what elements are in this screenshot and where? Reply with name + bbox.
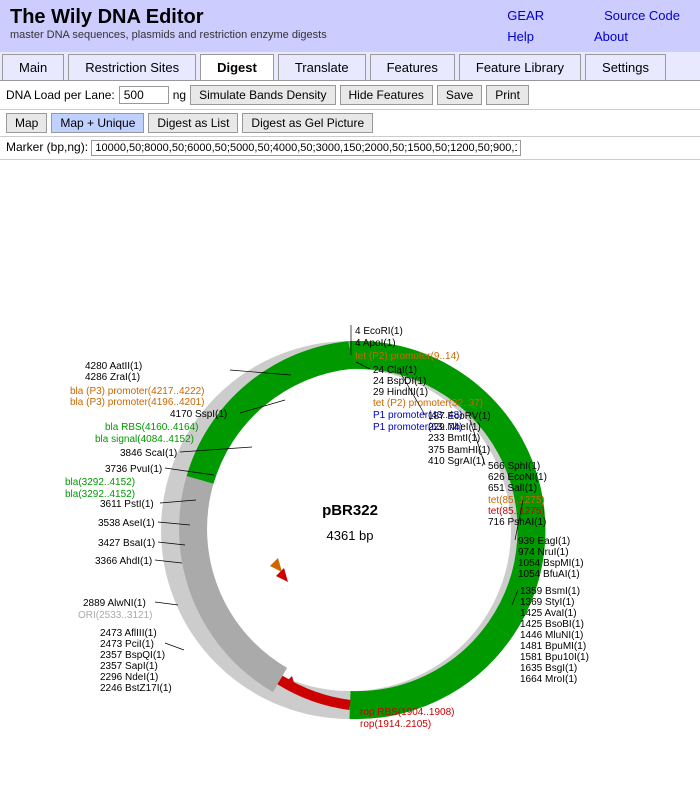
bla-signal-arrow	[270, 558, 282, 572]
ann-eagi: 939 EagI(1)	[518, 536, 570, 547]
marker-label: Marker (bp,ng):	[6, 140, 88, 154]
marker-input[interactable]	[91, 140, 521, 156]
ann-bla-p3-1: bla (P3) promoter(4217..4222)	[70, 386, 205, 397]
ann-mluni: 1446 MluNI(1)	[520, 630, 583, 641]
ann-sphi: 566 SphI(1)	[488, 461, 540, 472]
ann-asei: 3538 AseI(1)	[98, 518, 155, 529]
tab-settings[interactable]: Settings	[585, 54, 666, 80]
digest-list-btn[interactable]: Digest as List	[148, 113, 238, 133]
plasmid-name: pBR322	[322, 502, 378, 519]
header: The Wily DNA Editor master DNA sequences…	[0, 0, 700, 52]
ann-bmti: 233 BmtI(1)	[428, 433, 480, 444]
ann-tet-p2-1: tet (P2) promoter(9..14)	[355, 351, 459, 362]
about-link[interactable]: About	[584, 27, 638, 46]
ann-ori: ORI(2533..3121)	[78, 610, 153, 621]
ann-bsgi: 1635 BsgI(1)	[520, 663, 577, 674]
ann-bla-p3-2: bla (P3) promoter(4196..4201)	[70, 397, 205, 408]
ann-rop: rop(1914..2105)	[360, 719, 431, 730]
ann-avai: 1425 AvaI(1)	[520, 608, 577, 619]
ann-pvui: 3736 PvuI(1)	[105, 464, 162, 475]
ann-pshai: 716 PshAI(1)	[488, 517, 546, 528]
ann-apoi: 4 ApoI(1)	[355, 338, 396, 349]
header-right: GEAR Source Code Help About	[497, 6, 690, 46]
ann-styi: 1369 StyI(1)	[520, 597, 574, 608]
ann-bsai: 3427 BsaI(1)	[98, 538, 155, 549]
header-left: The Wily DNA Editor master DNA sequences…	[10, 6, 327, 41]
ann-sali: 651 SalI(1)	[488, 483, 537, 494]
save-btn[interactable]: Save	[437, 85, 482, 105]
ann-bla-rbs: bla RBS(4160..4164)	[105, 422, 198, 433]
tab-main[interactable]: Main	[2, 54, 64, 80]
ann-clai: 24 ClaI(1)	[373, 365, 417, 376]
tab-translate[interactable]: Translate	[278, 54, 366, 80]
dna-load-input[interactable]	[119, 86, 169, 104]
toolbar2: Map Map + Unique Digest as List Digest a…	[0, 110, 700, 137]
tab-feature-library[interactable]: Feature Library	[459, 54, 581, 80]
map-unique-btn[interactable]: Map + Unique	[51, 113, 144, 133]
ann-bstz17i: 2246 BstZ17I(1)	[100, 683, 172, 694]
ann-zrai: 4286 ZraI(1)	[85, 372, 140, 383]
ann-bsmi: 1359 BsmI(1)	[520, 586, 580, 597]
tet-arc-bottom	[350, 630, 500, 705]
ann-bspmi: 1054 BspMI(1)	[518, 558, 584, 569]
ann-nrui: 974 NruI(1)	[518, 547, 569, 558]
dna-load-unit: ng	[173, 88, 186, 102]
ann-bpumi: 1481 BpuMI(1)	[520, 641, 586, 652]
ann-mroi: 1664 MroI(1)	[520, 674, 577, 685]
ann-rop-rbs: rop RBS(1904..1908)	[360, 707, 455, 718]
ann-bsobi: 1425 BsoBI(1)	[520, 619, 584, 630]
ann-tet-1: tet(85..1275)	[488, 495, 545, 506]
ann-tet-p2-2: tet (P2) promoter(32..37)	[373, 398, 483, 409]
nav-bar: Main Restriction Sites Digest Translate …	[0, 52, 700, 81]
ann-sgrai: 410 SgrAI(1)	[428, 456, 485, 467]
tab-restriction-sites[interactable]: Restriction Sites	[68, 54, 196, 80]
ann-afliii: 2473 AflIII(1)	[100, 628, 157, 639]
tab-features[interactable]: Features	[370, 54, 455, 80]
ann-bla-1: bla(3292..4152)	[65, 477, 135, 488]
ann-pcii: 2473 PciI(1)	[100, 639, 154, 650]
ann-ndei: 2296 NdeI(1)	[100, 672, 158, 683]
ann-bla-signal: bla signal(4084..4152)	[95, 434, 194, 445]
ann-ahdi: 3366 AhdI(1)	[95, 556, 152, 567]
ann-alwni: 2889 AlwNI(1)	[83, 598, 146, 609]
ann-aatii: 4280 AatII(1)	[85, 361, 142, 372]
ann-bspqi: 2357 BspQI(1)	[100, 650, 165, 661]
hide-features-btn[interactable]: Hide Features	[340, 85, 433, 105]
digest-gel-btn[interactable]: Digest as Gel Picture	[242, 113, 373, 133]
ann-psti: 3611 PstI(1)	[100, 499, 154, 510]
ann-bpu10i: 1581 Bpu10I(1)	[520, 652, 589, 663]
marker-row: Marker (bp,ng):	[0, 137, 700, 160]
bla-signal-arrow2	[276, 568, 288, 582]
source-code-link[interactable]: Source Code	[594, 6, 690, 25]
simulate-bands-btn[interactable]: Simulate Bands Density	[190, 85, 335, 105]
ann-ecori: 4 EcoRI(1)	[355, 326, 403, 337]
ann-bspdi: 24 BspDI(1)	[373, 376, 426, 387]
app-title: The Wily DNA Editor	[10, 6, 327, 29]
gear-link[interactable]: GEAR	[497, 6, 554, 25]
diagram-area: pBR322 4361 bp 4 EcoRI(1) 4 ApoI(1) tet …	[0, 160, 700, 800]
help-link[interactable]: Help	[497, 27, 544, 46]
ann-bamhi: 375 BamHI(1)	[428, 445, 490, 456]
plasmid-size: 4361 bp	[327, 528, 374, 543]
dna-load-label: DNA Load per Lane:	[6, 88, 115, 102]
ann-sspi: 4170 SspI(1)	[170, 409, 227, 420]
ann-scai: 3846 ScaI(1)	[120, 448, 177, 459]
ann-tet-2: tet(85..1275)	[488, 506, 545, 517]
app-subtitle: master DNA sequences, plasmids and restr…	[10, 29, 327, 41]
ann-sapi: 2357 SapI(1)	[100, 661, 158, 672]
tab-digest[interactable]: Digest	[200, 54, 274, 80]
ann-bfuai: 1054 BfuAI(1)	[518, 569, 580, 580]
ann-nhei: 229 NheI(1)	[428, 422, 481, 433]
ann-hindiii: 29 HindIII(1)	[373, 387, 428, 398]
map-btn[interactable]: Map	[6, 113, 47, 133]
ann-ecorv: 187 EcoRV(1)	[428, 411, 491, 422]
print-btn[interactable]: Print	[486, 85, 529, 105]
ann-econi: 626 EcoNI(1)	[488, 472, 547, 483]
plasmid-diagram: pBR322 4361 bp 4 EcoRI(1) 4 ApoI(1) tet …	[10, 170, 690, 790]
toolbar: DNA Load per Lane: ng Simulate Bands Den…	[0, 81, 700, 110]
